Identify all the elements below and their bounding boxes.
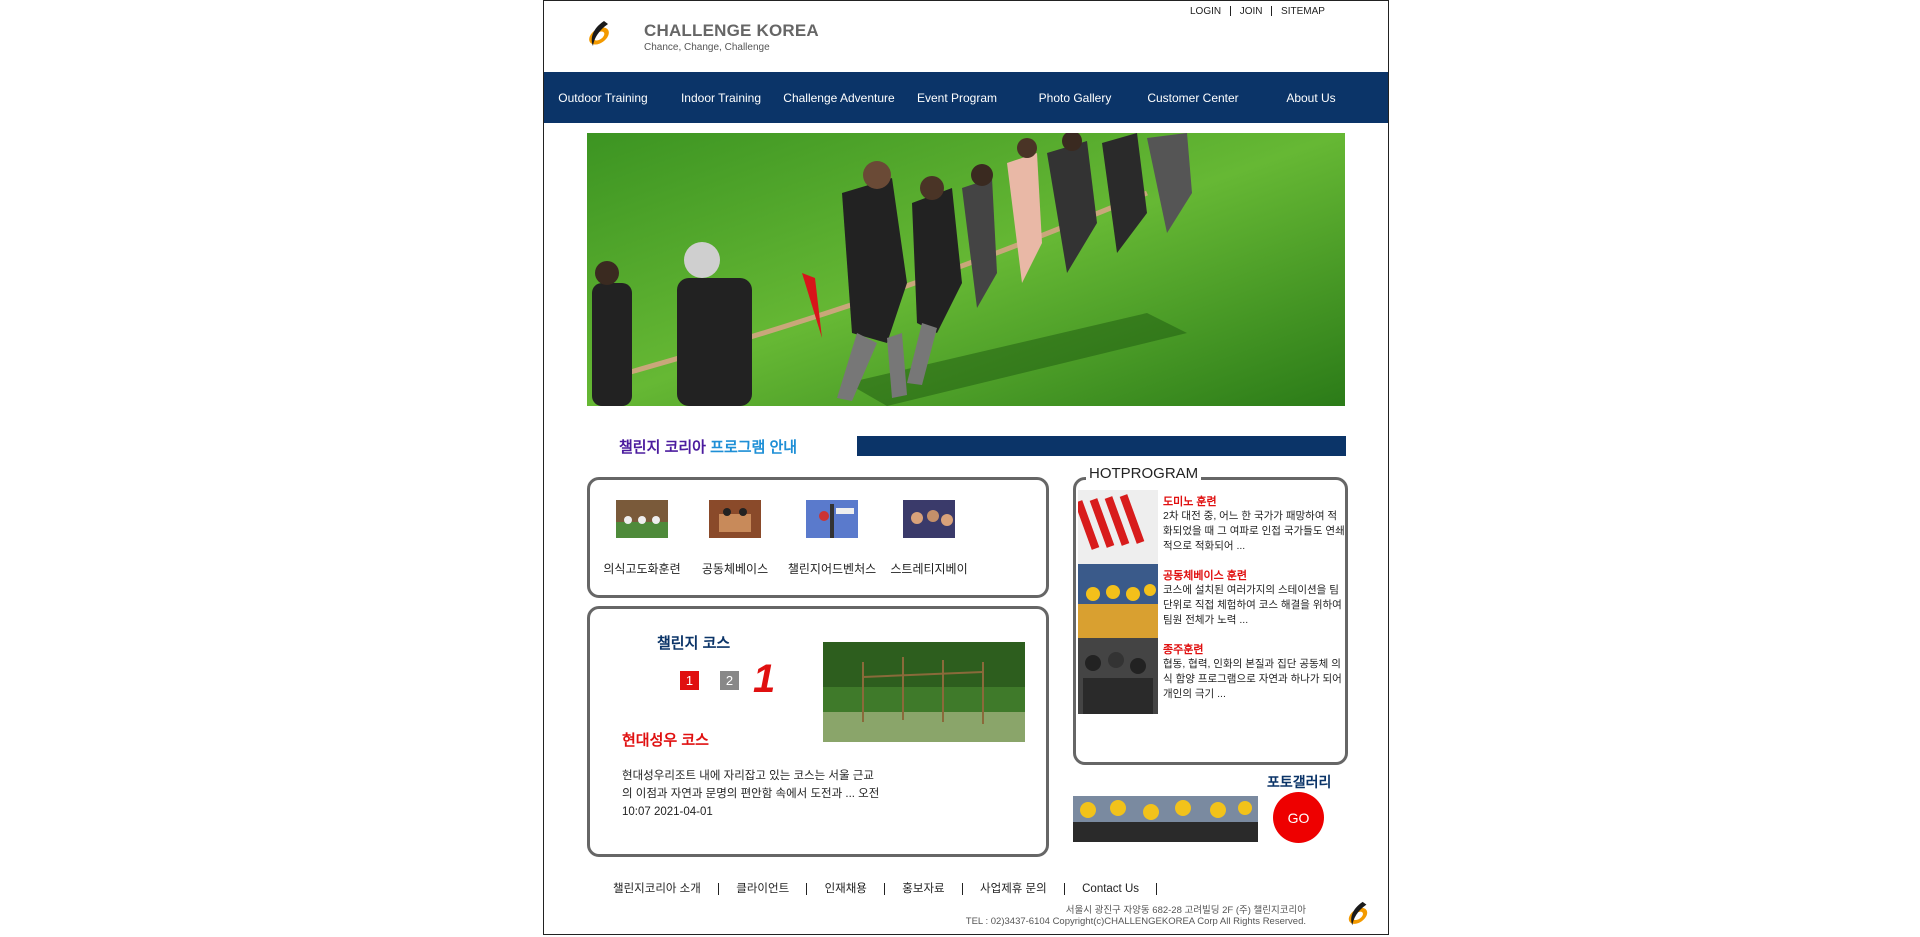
page-container: LOGIN JOIN SITEMAP CHALLENGE KOREA Chanc… bbox=[543, 0, 1389, 935]
program-label: 스트레티지베이 bbox=[890, 562, 968, 576]
course-photo[interactable] bbox=[823, 642, 1025, 742]
hot-program-thumbnail bbox=[1078, 638, 1158, 714]
current-slide-indicator: 1 bbox=[753, 657, 776, 701]
hot-program-item[interactable]: 종주훈련 협동, 협력, 인화의 본질과 집단 공동체 의식 함양 프로그램으로… bbox=[1076, 638, 1351, 722]
brand-tagline: Chance, Change, Challenge bbox=[644, 42, 770, 53]
program-thumbnail bbox=[806, 500, 858, 538]
footer-logo-icon bbox=[1348, 901, 1368, 926]
hot-program-thumbnail bbox=[1078, 490, 1158, 566]
divider bbox=[1063, 882, 1065, 895]
gallery-go-button[interactable]: GO bbox=[1273, 792, 1324, 843]
footer-link-partnership[interactable]: 사업제휴 문의 bbox=[966, 880, 1061, 896]
footer-links: 챌린지코리아 소개 클라이언트 인재채용 홍보자료 사업제휴 문의 Contac… bbox=[599, 880, 1158, 896]
divider bbox=[961, 882, 963, 895]
divider bbox=[718, 882, 720, 895]
program-thumbnail bbox=[903, 500, 955, 538]
photo-gallery-strip[interactable] bbox=[1073, 796, 1258, 842]
program-thumbnail bbox=[709, 500, 761, 538]
divider bbox=[884, 882, 886, 895]
section-heading: 챌린지 코리아 프로그램 안내 bbox=[619, 436, 797, 457]
section-divider-bar bbox=[857, 436, 1346, 456]
footer-link-careers[interactable]: 인재채용 bbox=[811, 880, 881, 896]
divider bbox=[1271, 6, 1273, 17]
footer-link-about[interactable]: 챌린지코리아 소개 bbox=[599, 880, 715, 896]
nav-outdoor-training[interactable]: Outdoor Training bbox=[544, 91, 662, 105]
program-list: 의식고도화훈련 공동체베이스 챌린지어드벤처스 스트레티지베이 bbox=[587, 477, 1049, 598]
join-link[interactable]: JOIN bbox=[1234, 6, 1269, 17]
hot-program-item-desc: 코스에 설치된 여러가지의 스테이션을 팀 단위로 직접 체험하여 코스 해결을… bbox=[1163, 584, 1342, 626]
hot-program-thumbnail bbox=[1078, 564, 1158, 640]
nav-indoor-training[interactable]: Indoor Training bbox=[662, 91, 780, 105]
login-link[interactable]: LOGIN bbox=[1184, 6, 1227, 17]
hot-program-item-desc: 2차 대전 중, 어느 한 국가가 패망하여 적화되었을 때 그 여파로 인접 … bbox=[1163, 510, 1345, 552]
nav-photo-gallery[interactable]: Photo Gallery bbox=[1016, 91, 1134, 105]
hot-program-item-title: 도미노 훈련 bbox=[1163, 496, 1217, 508]
course-description: 현대성우리조트 내에 자리잡고 있는 코스는 서울 근교의 이점과 자연과 문명… bbox=[622, 770, 880, 818]
course-name[interactable]: 현대성우 코스 bbox=[622, 729, 709, 750]
nav-about-us[interactable]: About Us bbox=[1252, 91, 1370, 105]
footer-link-contact[interactable]: Contact Us bbox=[1068, 883, 1153, 895]
hot-program-panel: HOTPROGRAM 도미노 훈련 2차 대전 중, 어느 한 국가가 패망하여… bbox=[1073, 465, 1351, 765]
page-2-button[interactable]: 2 bbox=[720, 671, 739, 690]
main-nav: Outdoor Training Indoor Training Challen… bbox=[544, 72, 1388, 123]
utility-links: LOGIN JOIN SITEMAP bbox=[1184, 6, 1331, 17]
nav-event-program[interactable]: Event Program bbox=[898, 91, 1016, 105]
sitemap-link[interactable]: SITEMAP bbox=[1275, 6, 1331, 17]
brand-title: CHALLENGE KOREA bbox=[644, 21, 819, 40]
page-1-button[interactable]: 1 bbox=[680, 671, 699, 690]
course-panel-title: 챌린지 코스 bbox=[657, 635, 731, 652]
hot-program-item[interactable]: 도미노 훈련 2차 대전 중, 어느 한 국가가 패망하여 적화되었을 때 그 … bbox=[1076, 490, 1351, 574]
program-thumbnail bbox=[616, 500, 668, 538]
hot-program-item[interactable]: 공동체베이스 훈련 코스에 설치된 여러가지의 스테이션을 팀 단위로 직접 체… bbox=[1076, 564, 1351, 648]
footer-link-clients[interactable]: 클라이언트 bbox=[722, 880, 803, 896]
nav-customer-center[interactable]: Customer Center bbox=[1134, 91, 1252, 105]
hot-program-title: HOTPROGRAM bbox=[1086, 465, 1202, 482]
footer-address: 서울시 광진구 자양동 682-28 고려빌딩 2F (주) 챌린지코리아 bbox=[1065, 905, 1306, 916]
program-item[interactable]: 스트레티지베이 bbox=[869, 500, 989, 577]
course-panel: 챌린지 코스 1 2 1 현대성우 코스 현대성우리조트 내에 자리잡고 있는 … bbox=[587, 606, 1049, 857]
divider bbox=[806, 882, 808, 895]
logo-icon[interactable] bbox=[584, 19, 614, 49]
divider bbox=[1156, 882, 1158, 895]
hot-program-item-title: 종주훈련 bbox=[1163, 644, 1204, 656]
footer-info: 서울시 광진구 자양동 682-28 고려빌딩 2F (주) 챌린지코리아 TE… bbox=[966, 905, 1306, 927]
section-heading-part2: 프로그램 안내 bbox=[710, 439, 798, 456]
hot-program-item-title: 공동체베이스 훈련 bbox=[1163, 570, 1248, 582]
divider bbox=[1229, 6, 1231, 17]
footer-copyright: TEL : 02)3437-6104 Copyright(c)CHALLENGE… bbox=[965, 916, 1306, 927]
photo-gallery-title: 포토갤러리 bbox=[1267, 774, 1332, 790]
hero-image bbox=[587, 133, 1345, 406]
footer-link-press[interactable]: 홍보자료 bbox=[888, 880, 958, 896]
section-heading-part1: 챌린지 코리아 bbox=[619, 439, 706, 456]
nav-challenge-adventure[interactable]: Challenge Adventure bbox=[780, 91, 898, 105]
hot-program-item-desc: 협동, 협력, 인화의 본질과 집단 공동체 의식 함양 프로그램으로 자연과 … bbox=[1163, 658, 1342, 700]
